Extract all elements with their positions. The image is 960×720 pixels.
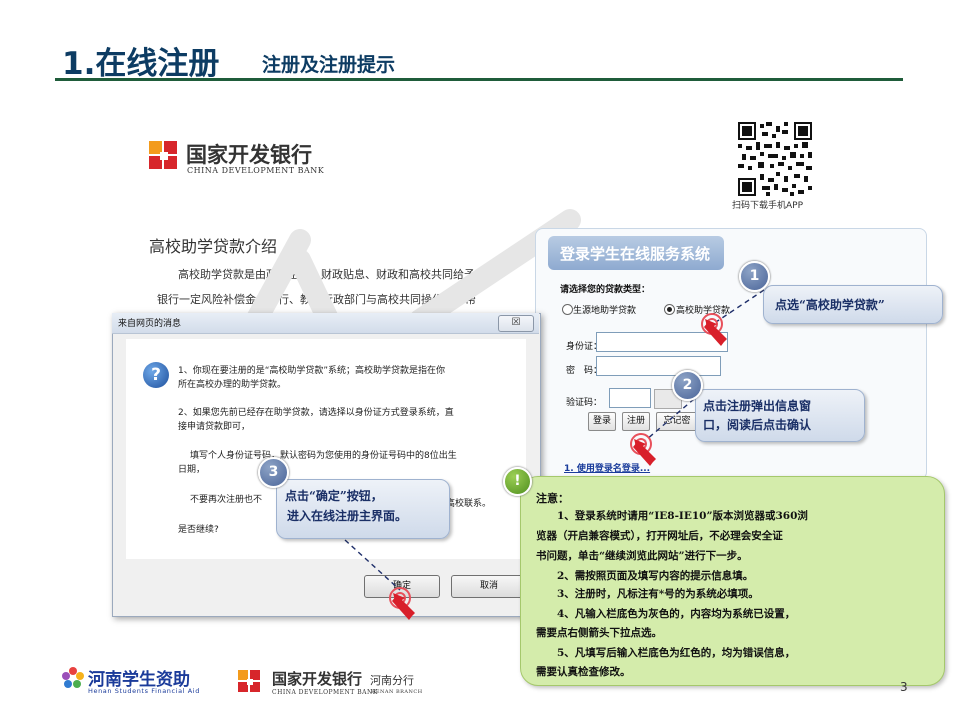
note-line: 1、登录系统时请用“IE8-IE10”版本浏览器或360浏 <box>536 510 808 522</box>
footer-bank-branch: 河南分行 <box>370 674 414 687</box>
footer-bank-english: CHINA DEVELOPMENT BANK <box>272 689 378 696</box>
callout-3-line2: 进入在线注册主界面。 <box>287 509 408 523</box>
note-line: 3、注册时，凡标注有*号的为系统必填项。 <box>536 588 759 600</box>
callout-1-text: 点选“高校助学贷款” <box>775 298 885 312</box>
callout-3-line1: 点击“确定”按钮， <box>285 489 383 503</box>
note-line: 需要点右侧箭头下拉点选。 <box>536 627 662 639</box>
footer-bank-name: 国家开发银行 <box>272 670 363 688</box>
note-line: 需要认真检查修改。 <box>536 666 631 678</box>
henan-aid-english: Henan Students Financial Aid <box>88 687 200 695</box>
henan-aid-logo-icon <box>62 667 84 688</box>
footer-bank-branch-english: HENAN BRANCH <box>371 689 423 695</box>
note-line: 书问题，单击“继续浏览此网站”进行下一步。 <box>536 550 748 562</box>
callout-1-badge: 1 <box>739 261 770 292</box>
callout-2-badge: 2 <box>672 370 703 401</box>
callout-2-line1: 点击注册弹出信息窗 <box>703 399 812 413</box>
note-title: 注意： <box>536 492 569 505</box>
callout-2-line2: 口，阅读后点击确认 <box>703 418 812 432</box>
callout-3-badge: 3 <box>258 457 289 488</box>
note-line: 5、凡填写后输入栏底色为红色的，均为错误信息， <box>536 647 796 659</box>
cdb-footer-logo-icon <box>238 670 262 694</box>
note-line: 览器（开启兼容模式），打开网址后，不必理会安全证 <box>536 530 783 542</box>
exclamation-icon: ! <box>503 467 532 496</box>
note-line: 2、需按照页面及填写内容的提示信息填。 <box>536 570 754 582</box>
note-line: 4、凡输入栏底色为灰色的，内容均为系统已设置， <box>536 608 796 620</box>
page-number: 3 <box>900 680 908 694</box>
